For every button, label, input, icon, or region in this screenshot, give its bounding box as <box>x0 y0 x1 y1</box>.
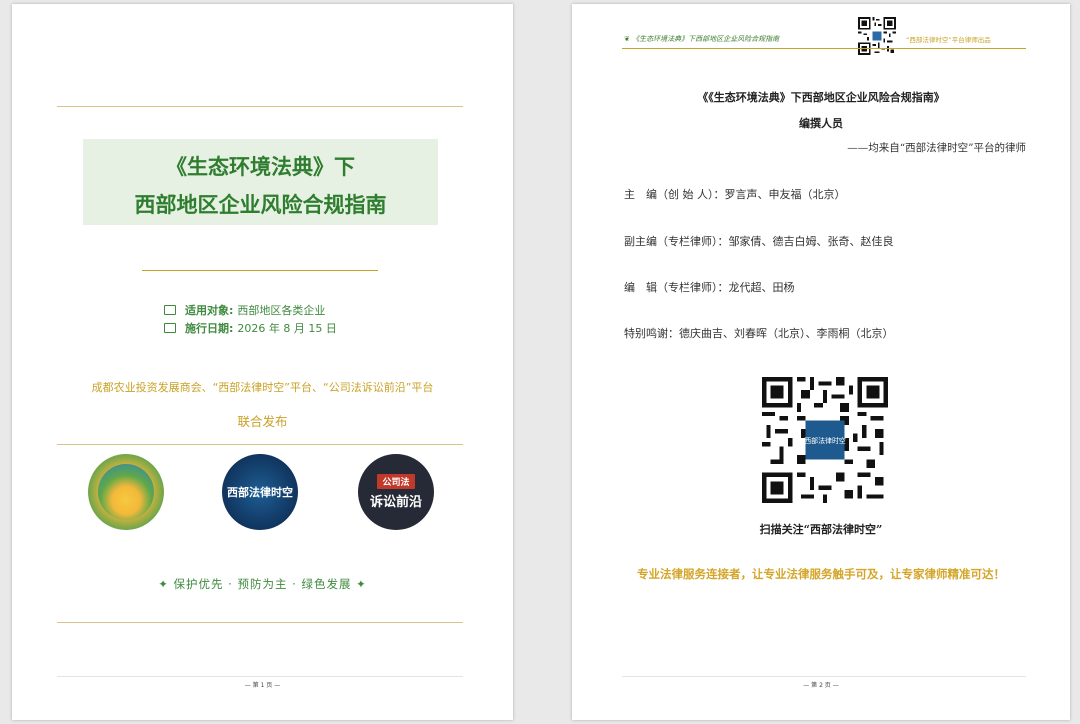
header-divider <box>622 48 1026 49</box>
editors-source: ——均来自“西部法律时空”平台的律师 <box>847 142 1026 154</box>
page-number-2: — 第 2 页 — <box>803 682 839 689</box>
motto-text: ✦ 保护优先 · 预防为主 · 绿色发展 ✦ <box>158 577 367 591</box>
date-row: 施行日期: 2026 年 8 月 15 日 <box>164 320 337 336</box>
audience-value: 西部地区各类企业 <box>237 304 326 317</box>
company-law-logo-tag: 公司法 <box>377 474 415 489</box>
header-left: ❦ 《生态环境法典》下西部地区企业风险合规指南 <box>624 34 779 44</box>
bottom-divider <box>57 622 463 623</box>
header-qr-code <box>858 17 896 55</box>
book-icon <box>164 305 176 315</box>
joint-release-text: 联合发布 <box>237 414 288 429</box>
date-label: 施行日期: <box>185 322 234 335</box>
footer-divider-2 <box>622 676 1026 677</box>
chief-editors-line: 主 编（创 始 人）：罗言声、申友福（北京） <box>624 188 846 201</box>
logos-divider-top <box>57 444 463 445</box>
company-law-logo: 公司法 诉讼前沿 <box>358 454 434 530</box>
title-line-1: 《生态环境法典》下 <box>166 155 355 179</box>
header-left-text: 《生态环境法典》下西部地区企业风险合规指南 <box>632 35 780 43</box>
company-law-logo-text: 诉讼前沿 <box>369 495 422 510</box>
title-underline <box>142 270 378 271</box>
editors-line: 编 辑（专栏律师）：龙代超、田杨 <box>624 281 795 294</box>
title-line-2: 西部地区企业风险合规指南 <box>134 193 387 217</box>
xibu-law-logo: 西部法律时空 <box>222 454 298 530</box>
audience-label: 适用对象: <box>185 304 234 317</box>
publishers-text: 成都农业投资发展商会、“西部法律时空”平台、“公司法诉讼前沿”平台 <box>91 381 434 394</box>
document-page-1: 《生态环境法典》下 西部地区企业风险合规指南 适用对象: 西部地区各类企业 施行… <box>12 4 513 720</box>
document-page-2: ❦ 《生态环境法典》下西部地区企业风险合规指南 “西部法律时空”平台律师出品 《… <box>572 4 1070 720</box>
audience-row: 适用对象: 西部地区各类企业 <box>164 302 325 318</box>
calendar-icon <box>164 323 176 333</box>
scan-caption: 扫描关注“西部法律时空” <box>759 523 883 536</box>
wechat-qr-code: 西部法律时空 <box>762 377 888 503</box>
footer-divider <box>57 676 463 677</box>
xibu-law-logo-text: 西部法律时空 <box>227 486 293 499</box>
chamber-logo-emblem <box>98 464 154 520</box>
date-value: 2026 年 8 月 15 日 <box>237 322 337 335</box>
top-divider <box>57 106 463 107</box>
thanks-line: 特别鸣谢：德庆曲吉、刘春晖（北京）、李雨桐（北京） <box>624 327 894 340</box>
leaf-icon: ❦ <box>624 35 633 43</box>
slogan-text: 专业法律服务连接者，让专业法律服务触手可及，让专家律师精准可达！ <box>637 567 1005 581</box>
page-number-1: — 第 1 页 — <box>244 682 281 689</box>
guide-title: 《《生态环境法典》下西部地区企业风险合规指南》 <box>697 91 945 104</box>
qr-center-text: 西部法律时空 <box>804 436 846 445</box>
deputy-editors-line: 副主编（专栏律师）：邹家倩、德吉白姆、张奇、赵佳良 <box>624 235 894 248</box>
chamber-logo <box>88 454 164 530</box>
editors-heading: 编撰人员 <box>799 117 843 130</box>
title-box: 《生态环境法典》下 西部地区企业风险合规指南 <box>83 139 438 225</box>
header-right: “西部法律时空”平台律师出品 <box>906 36 991 44</box>
